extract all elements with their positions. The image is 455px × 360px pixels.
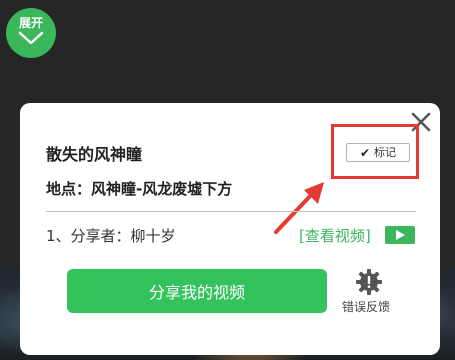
mark-label: 标记 <box>374 145 397 159</box>
play-icon <box>396 230 405 240</box>
share-my-video-button[interactable]: 分享我的视频 <box>67 269 327 313</box>
expand-button[interactable]: 展开 <box>6 8 56 58</box>
expand-label: 展开 <box>18 16 43 30</box>
watch-video-link[interactable]: [查看视频] <box>299 225 371 246</box>
location-text: 地点：风神瞳-风龙废墟下方 <box>46 180 233 198</box>
play-button[interactable] <box>385 226 415 244</box>
chevron-down-icon <box>18 31 44 45</box>
sharer-text: 1、分享者：柳十岁 <box>46 227 176 245</box>
mark-button[interactable]: ✔ 标记 <box>346 143 410 162</box>
check-icon: ✔ <box>359 145 371 160</box>
divider <box>46 211 416 212</box>
gear-alert-icon[interactable] <box>355 268 383 296</box>
error-report-label[interactable]: 错误反馈 <box>342 298 390 315</box>
card-title: 散失的风神瞳 <box>46 145 143 164</box>
